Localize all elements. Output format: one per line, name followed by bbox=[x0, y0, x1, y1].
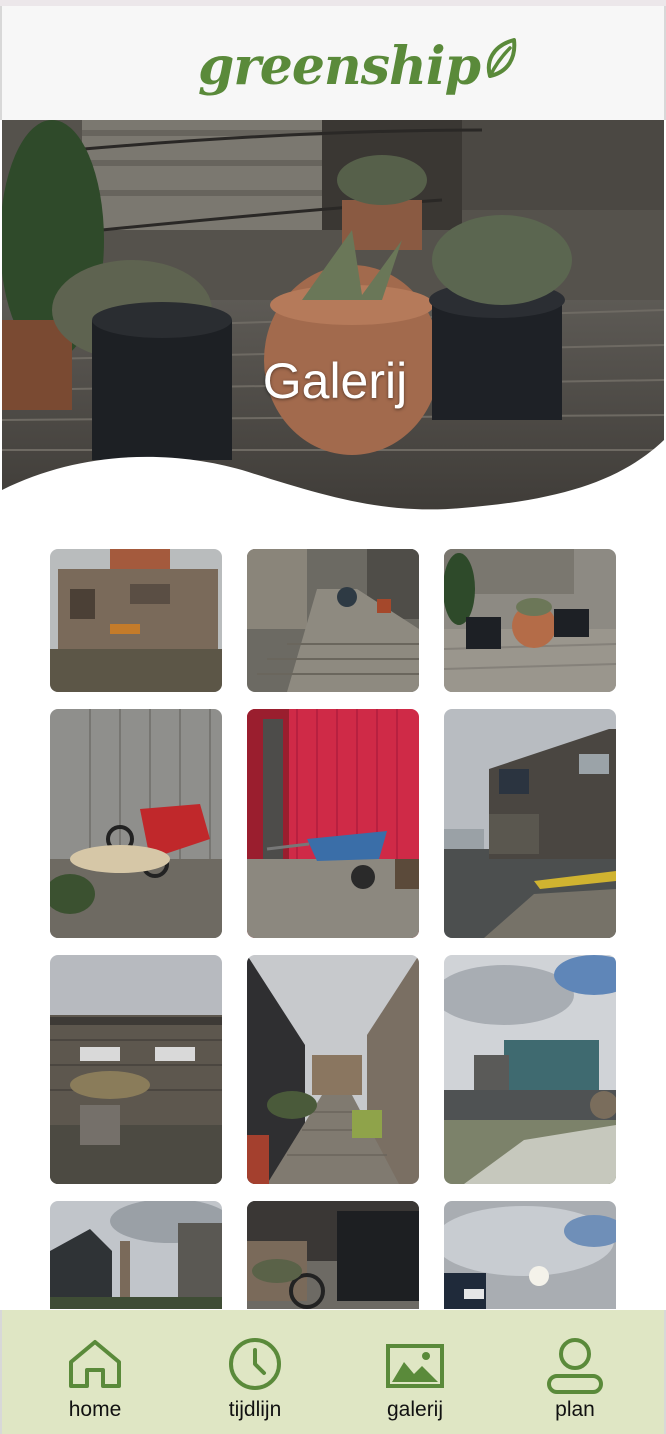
nav-item-tijdlijn[interactable]: tijdlijn bbox=[190, 1310, 320, 1434]
gallery-icon bbox=[386, 1344, 444, 1388]
gallery-photo[interactable] bbox=[50, 709, 222, 938]
greenship-logo[interactable]: greenship bbox=[198, 32, 518, 102]
page-title: Galerij bbox=[262, 353, 408, 409]
hero-banner: Galerij bbox=[2, 120, 664, 520]
clock-icon bbox=[229, 1338, 281, 1390]
gallery-photo[interactable] bbox=[444, 955, 616, 1184]
gallery-photo[interactable] bbox=[247, 549, 419, 692]
logo-text: greenship bbox=[198, 36, 481, 97]
nav-label: tijdlijn bbox=[228, 1398, 282, 1421]
user-icon bbox=[547, 1338, 603, 1394]
leaf-icon bbox=[484, 36, 518, 85]
hero-photo bbox=[2, 120, 664, 520]
gallery-photo[interactable] bbox=[50, 955, 222, 1184]
nav-label: galerij bbox=[386, 1398, 444, 1421]
gallery-photo[interactable] bbox=[247, 1201, 419, 1309]
gallery-photo[interactable] bbox=[50, 1201, 222, 1309]
nav-item-galerij[interactable]: galerij bbox=[350, 1310, 480, 1434]
app-header: greenship bbox=[0, 6, 666, 120]
gallery-photo[interactable] bbox=[247, 955, 419, 1184]
gallery-photo[interactable] bbox=[444, 709, 616, 938]
gallery-photo[interactable] bbox=[50, 549, 222, 692]
gallery-photo[interactable] bbox=[444, 1201, 616, 1309]
bottom-navigation: home tijdlijn galerij plan bbox=[0, 1310, 666, 1434]
nav-item-plan[interactable]: plan bbox=[510, 1310, 640, 1434]
nav-label: plan bbox=[555, 1398, 595, 1421]
nav-label: home bbox=[68, 1398, 122, 1421]
home-icon bbox=[69, 1340, 121, 1388]
gallery-photo[interactable] bbox=[247, 709, 419, 938]
gallery-photo[interactable] bbox=[444, 549, 616, 692]
photo-gallery bbox=[50, 549, 616, 1309]
nav-item-home[interactable]: home bbox=[30, 1310, 160, 1434]
